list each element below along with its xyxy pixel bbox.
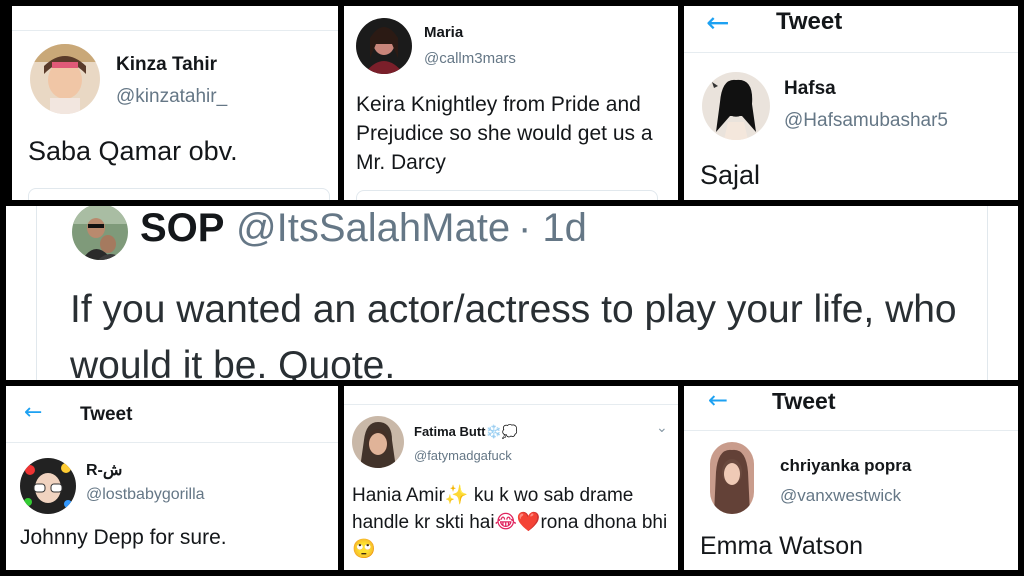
divider — [344, 404, 678, 405]
user-handle[interactable]: @ItsSalahMate — [236, 206, 510, 252]
eye-roll-emoji: 🙄 — [352, 538, 376, 560]
page-title: Tweet — [772, 388, 836, 414]
page-title: Tweet — [776, 8, 843, 35]
avatar[interactable] — [356, 18, 412, 74]
tweet-text-part: rona dhona bhi — [540, 512, 668, 533]
avatar[interactable] — [352, 416, 404, 468]
display-name[interactable]: R-ش — [86, 460, 122, 480]
quoted-tweet-card[interactable] — [356, 190, 658, 200]
user-handle[interactable]: @Hafsamubashar5 — [784, 110, 948, 132]
tweet-text: Sajal — [700, 160, 761, 190]
chevron-down-icon[interactable]: ⌄ — [656, 420, 668, 436]
tweet-panel-chriyanka[interactable]: ← Tweet chriyanka popra @vanxwestwick Em… — [684, 386, 1018, 570]
tweet-text: Keira Knightley from Pride and Prejudice… — [356, 93, 653, 174]
tweet-panel-sop[interactable]: SOP @ItsSalahMate · 1d If you wanted an … — [6, 206, 1018, 380]
avatar[interactable] — [702, 72, 770, 140]
tweet-panel-fatima[interactable]: Fatima Butt❄️💭 @fatymadgafuck ⌄ Hania Am… — [344, 386, 678, 570]
joy-heart-emoji: 😂❤️ — [494, 511, 541, 533]
snowflake-bubble-icon: ❄️💭 — [485, 425, 518, 440]
user-handle[interactable]: @kinzatahir_ — [116, 86, 227, 108]
arrow-left-icon[interactable]: ← — [706, 6, 729, 39]
user-handle[interactable]: @fatymadgafuck — [414, 448, 512, 463]
tweet-header: ← Tweet — [684, 6, 1018, 53]
tweet-panel-hafsa[interactable]: ← Tweet Hafsa @Hafsamubashar5 Sajal — [684, 6, 1018, 200]
display-name[interactable]: Maria — [424, 24, 463, 41]
tweet-text: Hania Amir✨ ku k wo sab drame handle kr … — [352, 482, 670, 563]
tweet-text: Saba Qamar obv. — [28, 136, 238, 166]
arrow-left-icon[interactable]: ← — [708, 386, 728, 414]
tweet-text: If you wanted an actor/actress to play y… — [70, 288, 957, 380]
display-name[interactable]: Hafsa — [784, 78, 836, 100]
sparkles-emoji: ✨ — [444, 484, 469, 506]
avatar[interactable] — [20, 458, 76, 514]
user-handle[interactable]: @vanxwestwick — [780, 486, 901, 506]
tweet-text-part: Hania Amir — [352, 485, 445, 506]
tweet-header: ← Tweet — [684, 386, 1018, 431]
display-name[interactable]: SOP — [140, 206, 224, 252]
card-border — [36, 206, 37, 380]
quoted-tweet-card[interactable] — [28, 188, 330, 200]
display-name-text: Fatima Butt — [414, 424, 486, 439]
avatar[interactable] — [72, 206, 128, 260]
tweet-timestamp[interactable]: · 1d — [518, 206, 587, 252]
tweet-panel-maria[interactable]: Maria @callm3mars Keira Knightley from P… — [344, 6, 678, 200]
arrow-left-icon[interactable]: ← — [24, 400, 42, 425]
tweet-panel-r[interactable]: ← Tweet R-ش @lostbabygorilla Johnny Depp… — [6, 386, 338, 570]
avatar[interactable] — [30, 44, 100, 114]
display-name[interactable]: Kinza Tahir — [116, 54, 217, 76]
user-handle[interactable]: @callm3mars — [424, 50, 516, 67]
avatar[interactable] — [710, 442, 754, 514]
user-handle[interactable]: @lostbabygorilla — [86, 486, 205, 504]
tweet-header: ← Tweet — [6, 386, 338, 443]
divider — [12, 30, 338, 31]
display-name[interactable]: chriyanka popra — [780, 456, 911, 476]
display-name[interactable]: Fatima Butt❄️💭 — [414, 424, 518, 440]
tweet-text: Emma Watson — [700, 532, 864, 560]
page-title: Tweet — [80, 404, 133, 425]
tweet-panel-kinza[interactable]: Kinza Tahir @kinzatahir_ Saba Qamar obv. — [12, 6, 338, 200]
tweet-text: Johnny Depp for sure. — [20, 526, 227, 549]
